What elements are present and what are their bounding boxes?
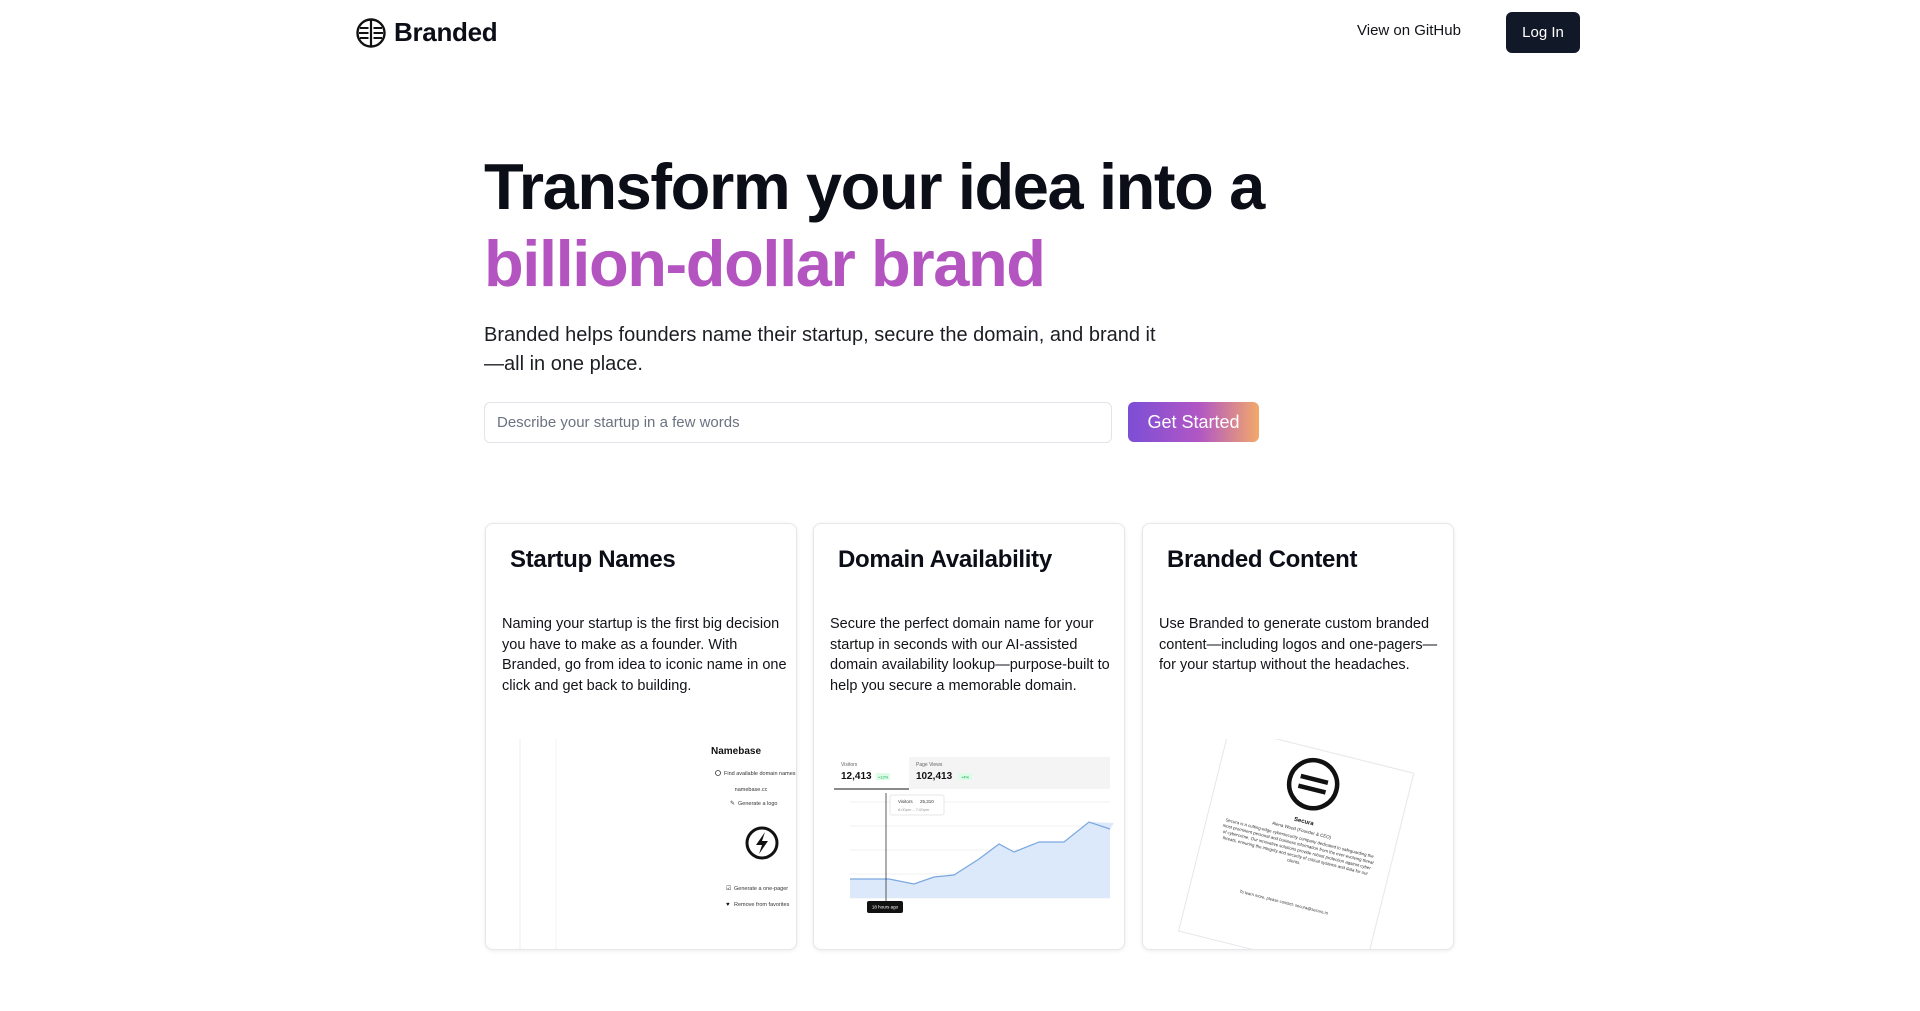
doc-icon: ☑ bbox=[726, 885, 731, 892]
card-title: Domain Availability bbox=[838, 546, 1052, 573]
tab-visitors-value: 12,413 bbox=[841, 771, 872, 782]
get-started-button[interactable]: Get Started bbox=[1128, 402, 1259, 442]
tooltip-value: 25,310 bbox=[920, 799, 934, 804]
brand-logo-link[interactable]: Branded bbox=[356, 17, 498, 48]
hero-title: Transform your idea into a billion-dolla… bbox=[484, 148, 1384, 302]
analytics-chart-illustration: Visitors 12,413 +12% Page Views 102,413 … bbox=[834, 757, 1114, 913]
tab-pageviews-value: 102,413 bbox=[916, 771, 953, 782]
brand-globe-icon bbox=[356, 17, 386, 48]
site-header: Branded View on GitHub Log In bbox=[0, 0, 1920, 64]
hero-subtitle: Branded helps founders name their startu… bbox=[484, 324, 1156, 375]
lightning-bolt-icon bbox=[745, 826, 779, 860]
view-github-link[interactable]: View on GitHub bbox=[1357, 22, 1461, 39]
sparkle-icon: ✎ bbox=[730, 800, 735, 807]
action-remove-favorites: Remove from favorites bbox=[734, 902, 790, 908]
action-generate-one-pager: Generate a one-pager bbox=[734, 886, 788, 892]
card-description: Use Branded to generate custom branded c… bbox=[1159, 616, 1438, 673]
card-description: Secure the perfect domain name for your … bbox=[830, 616, 1110, 694]
feature-card-startup-names: Startup Names Naming your startup is the… bbox=[485, 523, 797, 950]
menu-item-generate-logo: Generate a logo bbox=[738, 801, 777, 807]
globe-icon bbox=[715, 770, 721, 776]
menu-item-find-domains: Find available domain names bbox=[724, 771, 796, 777]
brand-name: Branded bbox=[394, 17, 498, 47]
tab-visitors-label: Visitors bbox=[841, 762, 858, 768]
tab-pageviews-badge: +4% bbox=[961, 775, 970, 780]
tab-pageviews-label: Page Views bbox=[916, 762, 943, 768]
one-pager-illustration: Secura Alena Wood (Founder & CEO) Secura… bbox=[1178, 739, 1415, 949]
tooltip-label: Visitors bbox=[898, 799, 913, 804]
feature-card-domain-availability: Domain Availability Secure the perfect d… bbox=[813, 523, 1125, 950]
startup-description-input[interactable] bbox=[484, 402, 1112, 443]
login-button[interactable]: Log In bbox=[1506, 12, 1580, 53]
namebase-title: Namebase bbox=[711, 746, 761, 757]
startup-names-illustration: Namebase Find available domain names nam… bbox=[519, 739, 796, 949]
tab-visitors-badge: +12% bbox=[878, 775, 889, 780]
hero-title-line1: Transform your idea into a bbox=[484, 150, 1265, 223]
feature-card-branded-content: Branded Content Use Branded to generate … bbox=[1142, 523, 1454, 950]
menu-item-domain: namebase.cc bbox=[735, 787, 768, 793]
tooltip-time: 8:00pm – 7:00pm bbox=[898, 807, 930, 812]
chart-marker-label: 18 hours ago bbox=[872, 905, 899, 910]
card-title: Startup Names bbox=[510, 546, 676, 573]
card-description: Naming your startup is the first big dec… bbox=[502, 616, 787, 694]
hero-title-accent: billion-dollar brand bbox=[484, 227, 1046, 300]
card-title: Branded Content bbox=[1167, 546, 1358, 573]
heart-icon: ♥ bbox=[726, 902, 730, 908]
